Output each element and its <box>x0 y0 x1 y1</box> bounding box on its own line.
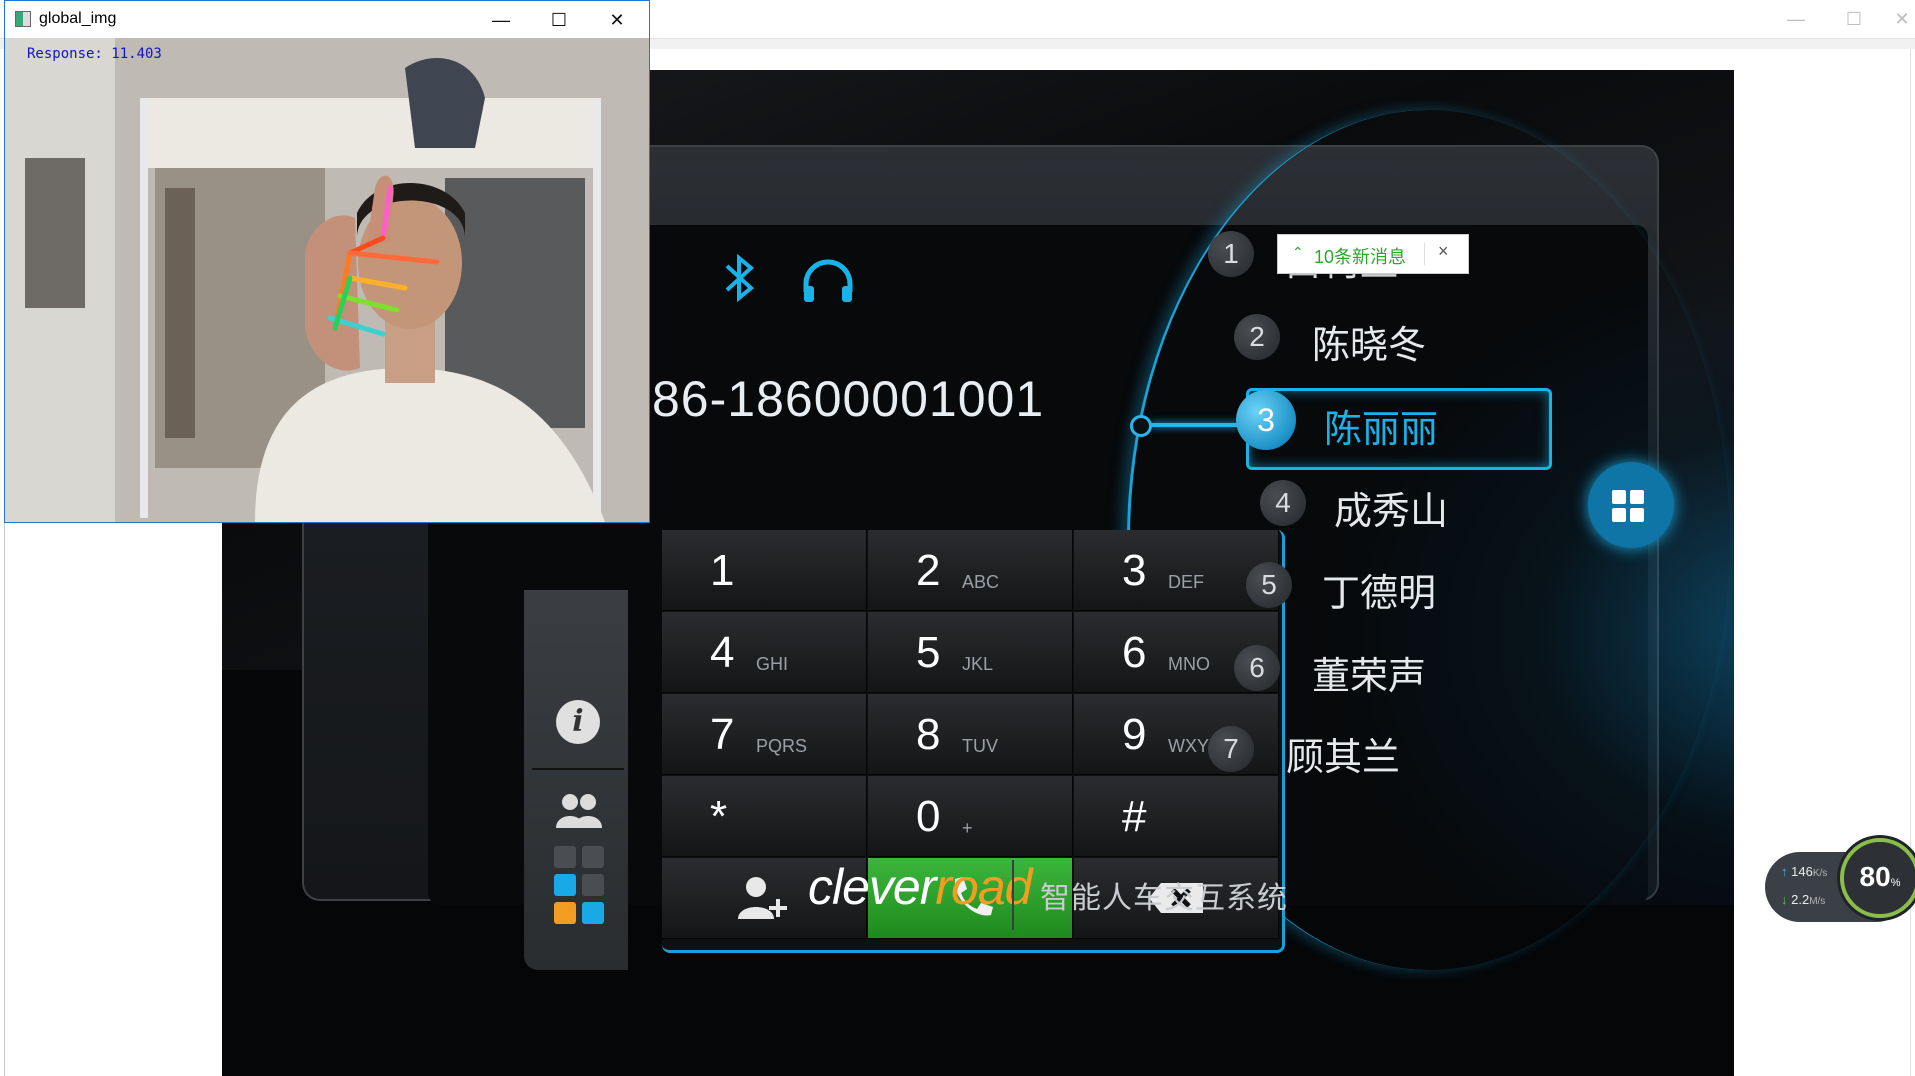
memory-usage-ring[interactable]: 80% <box>1840 838 1915 918</box>
key-letters: DEF <box>1168 572 1204 592</box>
key-number: # <box>1122 792 1147 841</box>
app-icon <box>15 11 31 27</box>
key-number: 8 <box>916 710 941 759</box>
contact-name[interactable]: 丁德明 <box>1322 562 1436 617</box>
dialed-number: 86-18600001001 <box>652 371 1045 427</box>
key-number: 2 <box>916 546 941 595</box>
upload-speed: ↑ 146K/s <box>1781 864 1827 879</box>
arc-connector <box>1150 423 1240 427</box>
grid-cell-4 <box>582 874 604 896</box>
app-grid-button[interactable] <box>1588 462 1674 548</box>
key-number: 6 <box>1122 628 1147 677</box>
upload-unit: K/s <box>1812 868 1828 879</box>
bluetooth-icon[interactable] <box>722 253 756 309</box>
grid-cell-2 <box>582 846 604 868</box>
tagline: 智能人车交互系统 <box>1040 882 1288 915</box>
side-button-column: i <box>524 590 628 970</box>
download-value: 2.2 <box>1791 892 1810 907</box>
contact-index: 3 <box>1236 390 1296 450</box>
logo-part1: clever <box>808 859 936 915</box>
memory-usage: 80% <box>1844 861 1915 893</box>
key-letters: GHI <box>756 654 789 674</box>
key-letters: PQRS <box>756 736 808 756</box>
grid-icon <box>1630 508 1644 522</box>
grid-cell-1 <box>554 846 576 868</box>
key-number: 9 <box>1122 710 1147 759</box>
key-2[interactable]: 2 ABC <box>868 530 1073 611</box>
key-number: * <box>710 792 728 841</box>
key-number: 7 <box>710 710 735 759</box>
contact-name[interactable]: 顾其兰 <box>1286 726 1400 781</box>
contact-index: 5 <box>1246 562 1292 608</box>
grid-cell-3 <box>554 874 576 896</box>
key-hash[interactable]: # <box>1074 776 1279 857</box>
key-letters: + <box>962 818 973 838</box>
headphones-icon[interactable] <box>800 258 856 311</box>
key-1[interactable]: 1 <box>662 530 867 611</box>
host-maximize-button[interactable]: ☐ <box>1834 6 1874 32</box>
grid-icon <box>1612 508 1626 522</box>
key-letters: ABC <box>962 572 1000 592</box>
contact-name[interactable]: 成秀山 <box>1334 480 1448 535</box>
host-minimize-button[interactable]: — <box>1776 6 1816 32</box>
window-title: global_img <box>39 10 117 27</box>
info-icon[interactable]: i <box>556 700 600 744</box>
toast-text[interactable]: 10条新消息 <box>1314 243 1406 269</box>
contacts-icon[interactable] <box>554 790 604 830</box>
contact-name[interactable]: 陈丽丽 <box>1324 398 1438 453</box>
chevron-up-icon: ⌃ <box>1292 244 1304 260</box>
key-0[interactable]: 0 + <box>868 776 1073 857</box>
key-letters: MNO <box>1168 654 1210 674</box>
host-close-button[interactable]: ✕ <box>1890 6 1914 32</box>
contact-index: 7 <box>1208 726 1254 772</box>
key-number: 4 <box>710 628 735 677</box>
camera-feed: Response: 11.403 <box>5 38 649 522</box>
camera-frame-image <box>5 38 649 522</box>
key-star[interactable]: * <box>662 776 867 857</box>
contact-name[interactable]: 董荣声 <box>1312 645 1426 700</box>
cleveroad-logo: cleverroad <box>808 858 1032 916</box>
close-icon[interactable]: × <box>1438 241 1449 262</box>
memory-percent: 80 <box>1859 861 1891 892</box>
toast-divider <box>1424 243 1425 265</box>
grid-icon <box>1612 490 1626 504</box>
contact-index: 1 <box>1208 231 1254 277</box>
contact-index: 4 <box>1260 480 1306 526</box>
new-messages-toast[interactable]: ⌃ 10条新消息 × <box>1277 234 1469 274</box>
upload-value: 146 <box>1791 864 1813 879</box>
host-right-border <box>1910 49 1911 1076</box>
logo-divider <box>1012 860 1014 930</box>
arc-dot <box>1130 415 1152 437</box>
key-letters: TUV <box>962 736 998 756</box>
grid-cell-6 <box>582 902 604 924</box>
close-button[interactable]: ✕ <box>595 4 639 36</box>
download-speed: ↓ 2.2M/s <box>1781 892 1825 907</box>
key-number: 5 <box>916 628 941 677</box>
key-4[interactable]: 4 GHI <box>662 612 867 693</box>
side-divider <box>532 768 624 770</box>
minimize-button[interactable]: — <box>479 4 523 36</box>
memory-percent-unit: % <box>1890 877 1901 889</box>
grid-icon <box>1630 490 1644 504</box>
key-number: 0 <box>916 792 941 841</box>
key-letters: JKL <box>962 654 994 674</box>
key-number: 3 <box>1122 546 1147 595</box>
response-overlay: Response: 11.403 <box>27 46 162 62</box>
upload-arrow-icon: ↑ <box>1781 864 1788 879</box>
contact-index: 6 <box>1234 645 1280 691</box>
download-unit: M/s <box>1809 896 1826 907</box>
key-7[interactable]: 7 PQRS <box>662 694 867 775</box>
key-8[interactable]: 8 TUV <box>868 694 1073 775</box>
key-3[interactable]: 3 DEF <box>1074 530 1279 611</box>
key-number: 1 <box>710 546 735 595</box>
global-img-window: global_img — ☐ ✕ Response: 11.403 <box>4 0 650 523</box>
grid-cell-5 <box>554 902 576 924</box>
contact-index: 2 <box>1234 314 1280 360</box>
key-5[interactable]: 5 JKL <box>868 612 1073 693</box>
logo-part2: road <box>935 859 1032 915</box>
download-arrow-icon: ↓ <box>1781 892 1788 907</box>
maximize-button[interactable]: ☐ <box>537 4 581 36</box>
contact-name[interactable]: 陈晓冬 <box>1312 314 1426 369</box>
global-img-titlebar[interactable]: global_img — ☐ ✕ <box>5 1 649 38</box>
